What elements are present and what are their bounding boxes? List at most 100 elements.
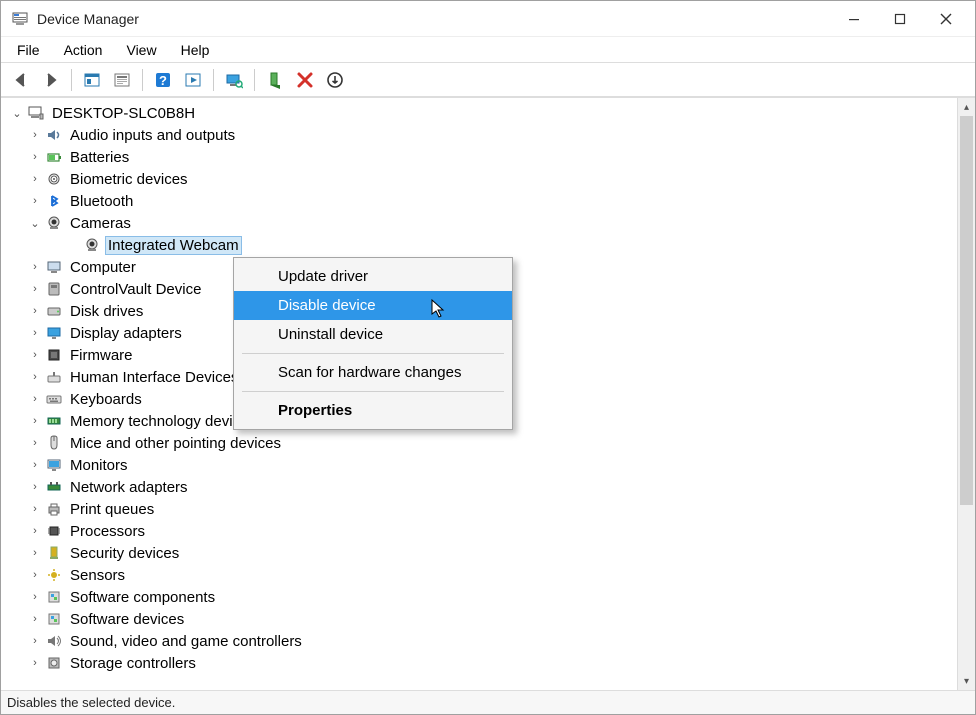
expander-icon[interactable]: › [27, 173, 43, 185]
scroll-down-button[interactable]: ▾ [958, 672, 975, 690]
menu-view[interactable]: View [116, 40, 166, 60]
forward-button[interactable] [37, 66, 65, 94]
tree-item-label: Storage controllers [67, 654, 199, 673]
menu-action[interactable]: Action [54, 40, 113, 60]
expander-icon[interactable]: › [27, 283, 43, 295]
menu-file[interactable]: File [7, 40, 50, 60]
tree-item-label: Sensors [67, 566, 128, 585]
tree-item-label: Human Interface Devices [67, 368, 241, 387]
help-toolbar-button[interactable]: ? [149, 66, 177, 94]
menu-help[interactable]: Help [171, 40, 220, 60]
tree-item-label: Disk drives [67, 302, 146, 321]
app-icon [11, 10, 29, 28]
tree-category-23[interactable]: › Storage controllers [1, 652, 955, 674]
network-icon [45, 478, 63, 496]
software-icon [45, 588, 63, 606]
context-menu-disable-device[interactable]: Disable device [234, 291, 512, 320]
tree-category-15[interactable]: ›Network adapters [1, 476, 955, 498]
tree-category-17[interactable]: ›Processors [1, 520, 955, 542]
vertical-scrollbar[interactable]: ▴ ▾ [957, 98, 975, 690]
tree-category-14[interactable]: ›Monitors [1, 454, 955, 476]
biometric-icon [45, 170, 63, 188]
expander-icon[interactable]: › [27, 393, 43, 405]
sound-icon [45, 632, 63, 650]
tree-item-label: Security devices [67, 544, 182, 563]
expander-icon[interactable]: › [27, 613, 43, 625]
hid-icon [45, 368, 63, 386]
expander-icon[interactable]: › [27, 481, 43, 493]
back-button[interactable] [7, 66, 35, 94]
context-menu-separator [242, 353, 504, 354]
bluetooth-icon [45, 192, 63, 210]
expander-icon[interactable]: › [27, 635, 43, 647]
minimize-button[interactable] [831, 4, 877, 34]
tree-item-label: Cameras [67, 214, 134, 233]
expander-icon[interactable]: › [27, 525, 43, 537]
tree-category-0[interactable]: › Audio inputs and outputs [1, 124, 955, 146]
tree-category-18[interactable]: › Security devices [1, 542, 955, 564]
tree-category-13[interactable]: ›Mice and other pointing devices [1, 432, 955, 454]
close-button[interactable] [923, 4, 969, 34]
tree-item-label: Memory technology devices [67, 412, 259, 431]
maximize-button[interactable] [877, 4, 923, 34]
tree-root[interactable]: ⌄DESKTOP-SLC0B8H [1, 102, 955, 124]
display-icon [45, 324, 63, 342]
tree-category-3[interactable]: ›Bluetooth [1, 190, 955, 212]
tree-category-1[interactable]: › Batteries [1, 146, 955, 168]
processor-icon [45, 522, 63, 540]
expander-icon[interactable]: › [27, 261, 43, 273]
expander-icon[interactable]: ⌄ [9, 107, 25, 120]
expander-icon[interactable]: › [27, 327, 43, 339]
tree-item-label: Software components [67, 588, 218, 607]
tree-category-22[interactable]: › Sound, video and game controllers [1, 630, 955, 652]
tree-item-integrated-webcam[interactable]: Integrated Webcam [1, 234, 955, 256]
scroll-track[interactable] [958, 116, 975, 672]
context-menu-separator [242, 391, 504, 392]
context-menu-update-driver[interactable]: Update driver [234, 262, 512, 291]
tree-item-label: Biometric devices [67, 170, 191, 189]
tree-category-21[interactable]: › Software devices [1, 608, 955, 630]
monitor-icon [45, 456, 63, 474]
expander-icon[interactable]: › [27, 569, 43, 581]
tree-category-20[interactable]: › Software components [1, 586, 955, 608]
scan-hardware-button[interactable] [220, 66, 248, 94]
expander-icon[interactable]: › [27, 591, 43, 603]
toolbar: ? [1, 63, 975, 97]
expander-icon[interactable]: › [27, 195, 43, 207]
tree-item-label: Sound, video and game controllers [67, 632, 305, 651]
uninstall-device-button[interactable] [291, 66, 319, 94]
tree-category-16[interactable]: ›Print queues [1, 498, 955, 520]
expander-icon[interactable]: › [27, 547, 43, 559]
tree-category-2[interactable]: › Biometric devices [1, 168, 955, 190]
tree-item-label: Firmware [67, 346, 136, 365]
show-hide-console-button[interactable] [78, 66, 106, 94]
tree-item-label: Computer [67, 258, 139, 277]
tree-item-label: Audio inputs and outputs [67, 126, 238, 145]
expander-icon[interactable]: › [27, 151, 43, 163]
storage-icon [45, 654, 63, 672]
context-menu-scan-hardware[interactable]: Scan for hardware changes [234, 358, 512, 387]
toolbar-separator [254, 69, 255, 91]
context-menu-uninstall-device[interactable]: Uninstall device [234, 320, 512, 349]
tree-category-4[interactable]: ⌄ Cameras [1, 212, 955, 234]
properties-toolbar-button[interactable] [108, 66, 136, 94]
expander-icon[interactable]: › [27, 371, 43, 383]
expander-icon[interactable]: › [27, 459, 43, 471]
scroll-thumb[interactable] [960, 116, 973, 505]
expander-icon[interactable]: › [27, 415, 43, 427]
expander-icon[interactable]: › [27, 437, 43, 449]
enable-device-button[interactable] [261, 66, 289, 94]
expander-icon[interactable]: › [27, 129, 43, 141]
context-menu-properties[interactable]: Properties [234, 396, 512, 425]
scroll-up-button[interactable]: ▴ [958, 98, 975, 116]
expander-icon[interactable]: › [27, 349, 43, 361]
disable-device-toolbar-button[interactable] [321, 66, 349, 94]
tree-item-label: Batteries [67, 148, 132, 167]
action-toolbar-button[interactable] [179, 66, 207, 94]
tree-category-19[interactable]: › Sensors [1, 564, 955, 586]
expander-icon[interactable]: › [27, 657, 43, 669]
expander-icon[interactable]: › [27, 305, 43, 317]
tree-item-label: Software devices [67, 610, 187, 629]
expander-icon[interactable]: › [27, 503, 43, 515]
expander-icon[interactable]: ⌄ [27, 217, 43, 230]
